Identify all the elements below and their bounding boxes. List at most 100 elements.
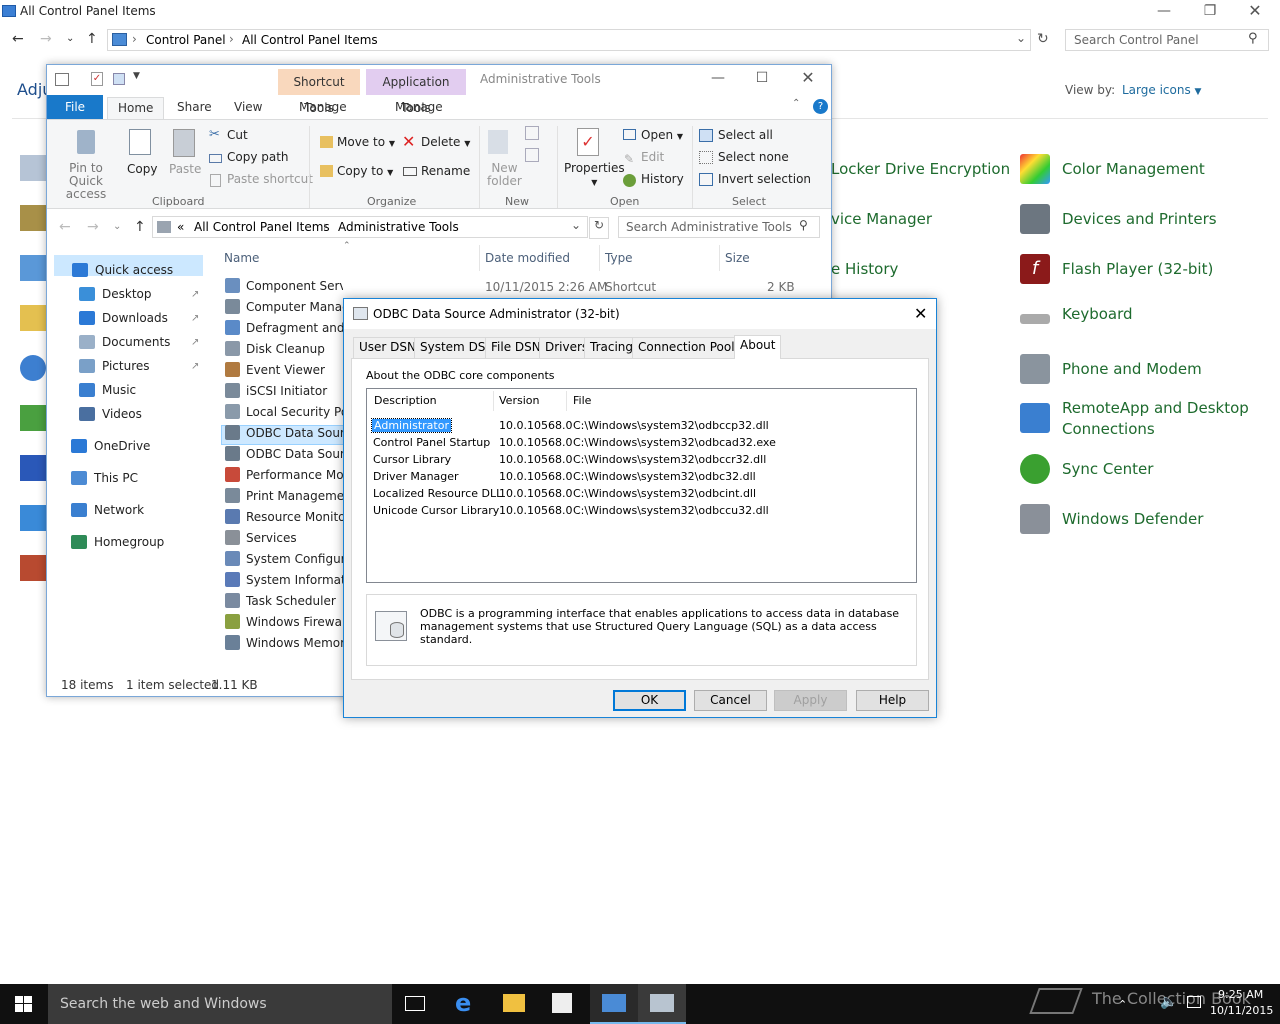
- breadcrumb-overflow[interactable]: «: [177, 220, 184, 234]
- file-row[interactable]: Computer Management: [225, 299, 343, 314]
- properties-check-icon[interactable]: ✓: [91, 72, 103, 86]
- copy-to-button[interactable]: Copy to ▼: [337, 164, 393, 178]
- file-row[interactable]: Component Services: [225, 278, 343, 293]
- view-by-dropdown[interactable]: Large icons ▼: [1122, 83, 1201, 97]
- history-button[interactable]: History: [641, 172, 684, 186]
- show-hidden-icons-icon[interactable]: ⌃: [1118, 998, 1127, 1011]
- nav-item[interactable]: Network: [71, 503, 144, 517]
- select-all-button[interactable]: Select all: [718, 128, 773, 142]
- cp-item-flash-player[interactable]: f Flash Player (32-bit): [1020, 254, 1213, 284]
- tab-manage-application[interactable]: Manage: [385, 97, 453, 119]
- file-row[interactable]: Local Security Policy: [225, 404, 343, 419]
- file-row[interactable]: Services: [225, 530, 343, 545]
- file-row[interactable]: System Configuration: [225, 551, 343, 566]
- store-icon[interactable]: [552, 993, 572, 1013]
- breadcrumb-control-panel[interactable]: Control Panel: [146, 33, 226, 47]
- nav-item[interactable]: Music: [79, 383, 136, 397]
- nav-item[interactable]: Pictures: [79, 359, 150, 373]
- restore-button[interactable]: ❐: [1187, 0, 1233, 24]
- clock-date[interactable]: 10/11/2015: [1210, 1004, 1273, 1017]
- nav-item[interactable]: Downloads: [79, 311, 168, 325]
- column-size[interactable]: Size: [725, 251, 750, 265]
- search-input[interactable]: Search Control Panel: [1065, 29, 1269, 51]
- cp-item-color-management[interactable]: Color Management: [1020, 154, 1205, 184]
- file-row[interactable]: Task Scheduler: [225, 593, 343, 608]
- pin-quick-access-button[interactable]: Pin to Quick access: [54, 162, 118, 201]
- new-folder-button[interactable]: New folder: [487, 162, 522, 188]
- file-row[interactable]: Windows Memory Diagnostic: [225, 635, 343, 650]
- task-view-icon[interactable]: [405, 996, 425, 1011]
- copy-button[interactable]: Copy: [127, 162, 157, 176]
- cp-item-device-manager[interactable]: vice Manager: [831, 210, 932, 228]
- delete-button[interactable]: Delete ▼: [421, 135, 470, 149]
- maximize-button[interactable]: ☐: [739, 67, 785, 91]
- column-file[interactable]: File: [573, 394, 591, 407]
- recent-dropdown-icon[interactable]: ⌄: [66, 30, 74, 48]
- odbc-task-icon[interactable]: [650, 994, 674, 1012]
- file-explorer-icon[interactable]: [503, 994, 525, 1012]
- dialog-tab[interactable]: Tracing: [584, 337, 640, 358]
- explorer-search-input[interactable]: Search Administrative Tools: [618, 216, 820, 238]
- file-row[interactable]: System Information: [225, 572, 343, 587]
- cp-item-devices-printers[interactable]: Devices and Printers: [1020, 204, 1217, 234]
- help-button[interactable]: Help: [856, 690, 929, 711]
- nav-item[interactable]: OneDrive: [71, 439, 150, 453]
- cp-item-sync-center[interactable]: Sync Center: [1020, 454, 1153, 484]
- close-button[interactable]: ✕: [1232, 0, 1278, 24]
- forward-arrow-icon[interactable]: →: [40, 30, 52, 48]
- tab-home[interactable]: Home: [107, 97, 165, 119]
- rename-button[interactable]: Rename: [421, 164, 470, 178]
- column-version[interactable]: Version: [499, 394, 539, 407]
- control-panel-task-icon[interactable]: [602, 994, 626, 1012]
- pin-icon[interactable]: ↗: [191, 313, 199, 324]
- cp-item-bitlocker[interactable]: Locker Drive Encryption: [831, 160, 1010, 178]
- file-row[interactable]: ODBC Data Sources (32-bit): [225, 425, 343, 440]
- clock-time[interactable]: 9:25 AM: [1218, 988, 1263, 1001]
- cp-item-file-history[interactable]: e History: [831, 260, 898, 278]
- file-row[interactable]: Windows Firewall with Advanced Security: [225, 614, 343, 629]
- collapse-ribbon-icon[interactable]: ⌃: [792, 98, 800, 109]
- explorer-address-bar[interactable]: « All Control Panel Items › Administrati…: [152, 216, 588, 238]
- copy-path-button[interactable]: Copy path: [227, 150, 289, 164]
- invert-selection-button[interactable]: Invert selection: [718, 172, 811, 186]
- chevron-down-icon[interactable]: ⌄: [571, 218, 581, 232]
- table-row[interactable]: Unicode Cursor Library 10.0.10568.0 C:\Win…: [367, 502, 916, 519]
- apply-button[interactable]: Apply: [774, 690, 847, 711]
- pin-icon[interactable]: ↗: [191, 289, 199, 300]
- cancel-button[interactable]: Cancel: [694, 690, 767, 711]
- table-row[interactable]: Localized Resource DLL 10.0.10568.0 C:\Win…: [367, 485, 916, 502]
- up-arrow-icon[interactable]: ↑: [134, 218, 146, 236]
- customize-dropdown-icon[interactable]: ▼: [133, 71, 140, 81]
- minimize-button[interactable]: —: [695, 67, 741, 91]
- column-date[interactable]: Date modified: [485, 251, 570, 265]
- new-folder-small-icon[interactable]: [113, 73, 125, 85]
- tab-view[interactable]: View: [224, 97, 272, 119]
- quick-access-toolbar-icon[interactable]: [55, 73, 69, 86]
- ok-button[interactable]: OK: [613, 690, 686, 711]
- nav-item[interactable]: Desktop: [79, 287, 152, 301]
- components-list[interactable]: Description Version File Administrator 10…: [366, 388, 917, 583]
- file-row[interactable]: Print Management: [225, 488, 343, 503]
- table-row[interactable]: Control Panel Startup 10.0.10568.0 C:\Wind…: [367, 434, 916, 451]
- file-row[interactable]: Event Viewer: [225, 362, 343, 377]
- up-arrow-icon[interactable]: ↑: [86, 30, 98, 48]
- help-icon[interactable]: ?: [813, 99, 828, 114]
- cp-item-keyboard[interactable]: Keyboard: [1020, 304, 1133, 324]
- tab-manage-shortcut[interactable]: Manage: [289, 97, 357, 119]
- breadcrumb-all-items[interactable]: All Control Panel Items: [242, 33, 378, 47]
- minimize-button[interactable]: —: [1141, 0, 1187, 24]
- open-button[interactable]: Open ▼: [641, 128, 683, 142]
- nav-item[interactable]: Documents: [79, 335, 170, 349]
- column-description[interactable]: Description: [374, 394, 437, 407]
- back-arrow-icon[interactable]: ←: [12, 30, 24, 48]
- file-row[interactable]: Performance Monitor: [225, 467, 343, 482]
- dialog-tab[interactable]: About: [734, 335, 782, 359]
- back-arrow-icon[interactable]: ←: [59, 218, 71, 236]
- chevron-down-icon[interactable]: ⌄: [1016, 31, 1026, 45]
- volume-icon[interactable]: 🔈: [1160, 994, 1177, 1010]
- cp-item-remoteapp[interactable]: RemoteApp and Desktop Connections: [1020, 398, 1252, 440]
- cp-item-phone-modem[interactable]: Phone and Modem: [1020, 354, 1202, 384]
- refresh-icon[interactable]: ↻: [1037, 31, 1049, 47]
- file-row[interactable]: Defragment and Optimize Drives: [225, 320, 343, 335]
- nav-item[interactable]: Videos: [79, 407, 142, 421]
